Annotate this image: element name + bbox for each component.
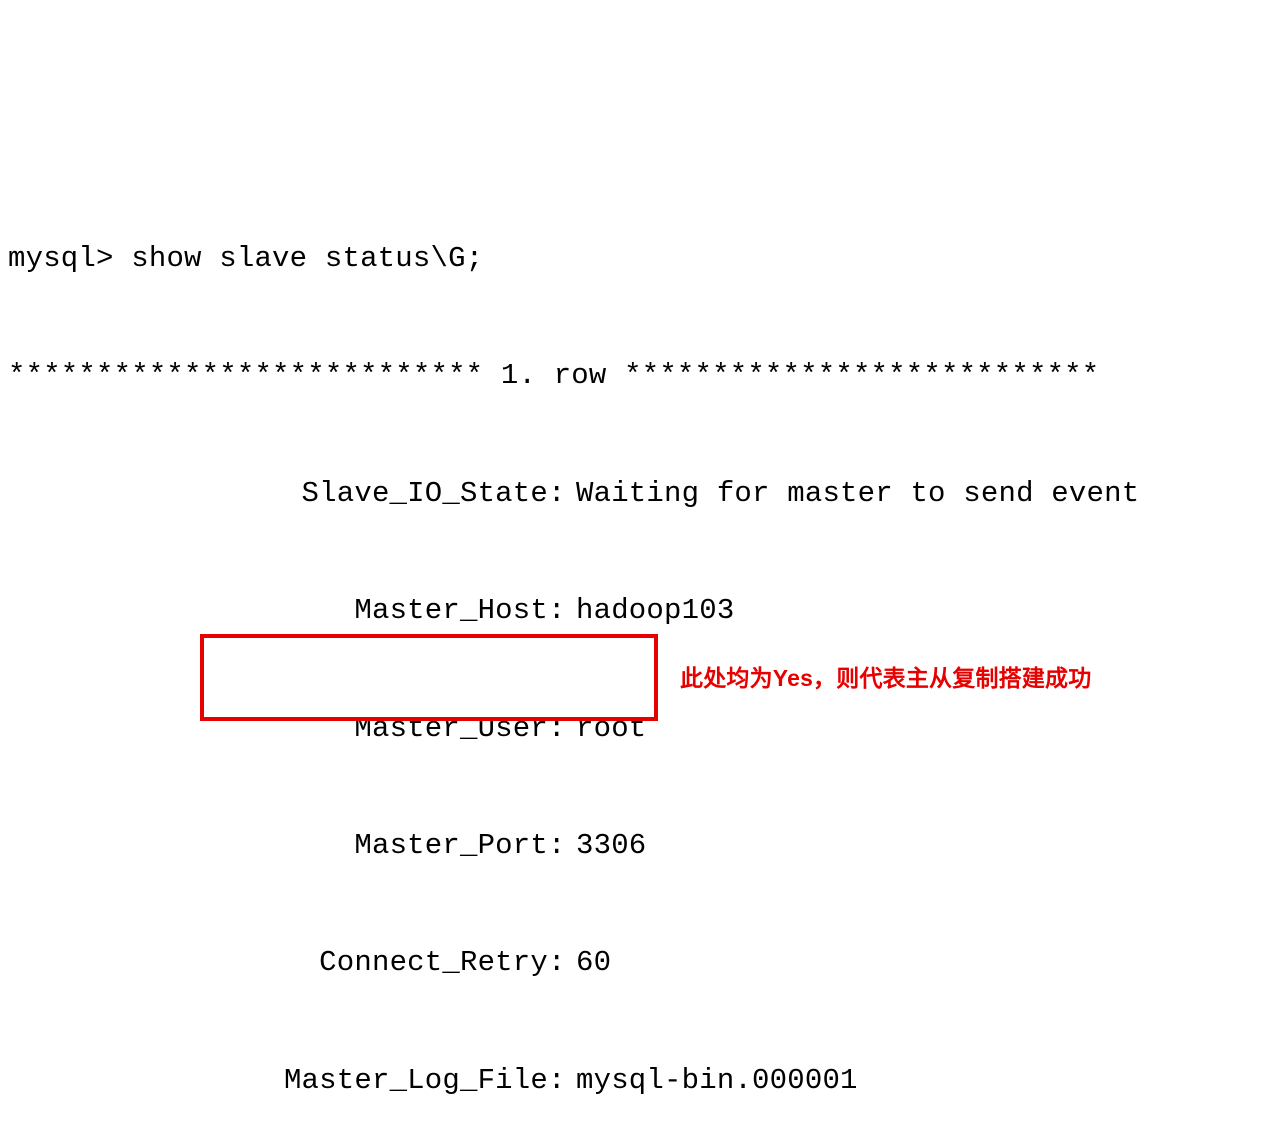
field-colon: : [548, 826, 576, 865]
annotation-note: 此处均为Yes，则代表主从复制搭建成功 [680, 663, 1091, 694]
field-value: mysql-bin.000001 [576, 1061, 858, 1100]
field-label: Master_Log_File [8, 1061, 548, 1100]
field-value: 3306 [576, 826, 646, 865]
header-stars-left: *************************** [8, 359, 483, 392]
header-stars-right: *************************** [624, 359, 1099, 392]
field-colon: : [548, 709, 576, 748]
field-label: Master_Host [8, 591, 548, 630]
field-colon: : [548, 1061, 576, 1100]
row-header: *************************** 1. row *****… [8, 356, 1268, 395]
prompt: mysql> [8, 242, 131, 275]
field-colon: : [548, 474, 576, 513]
highlight-rectangle-icon [200, 634, 658, 721]
field-label: Master_Port [8, 826, 548, 865]
status-row: Connect_Retry: 60 [8, 943, 1268, 982]
status-row: Slave_IO_State: Waiting for master to se… [8, 474, 1268, 513]
field-colon: : [548, 591, 576, 630]
status-row: Master_User: root [8, 709, 1268, 748]
field-value: 60 [576, 943, 611, 982]
header-mid: 1. row [483, 359, 624, 392]
field-label: Slave_IO_State [8, 474, 548, 513]
command-text: show slave status\G; [131, 242, 483, 275]
command-line: mysql> show slave status\G; [8, 239, 1268, 278]
field-label: Connect_Retry [8, 943, 548, 982]
field-value: Waiting for master to send event [576, 474, 1139, 513]
field-value: hadoop103 [576, 591, 734, 630]
field-label: Master_User [8, 709, 548, 748]
status-row: Master_Port: 3306 [8, 826, 1268, 865]
status-row: Master_Host: hadoop103 [8, 591, 1268, 630]
field-colon: : [548, 943, 576, 982]
terminal-output: mysql> show slave status\G; ************… [8, 161, 1268, 1132]
status-row: Master_Log_File: mysql-bin.000001 [8, 1061, 1268, 1100]
field-value: root [576, 709, 646, 748]
